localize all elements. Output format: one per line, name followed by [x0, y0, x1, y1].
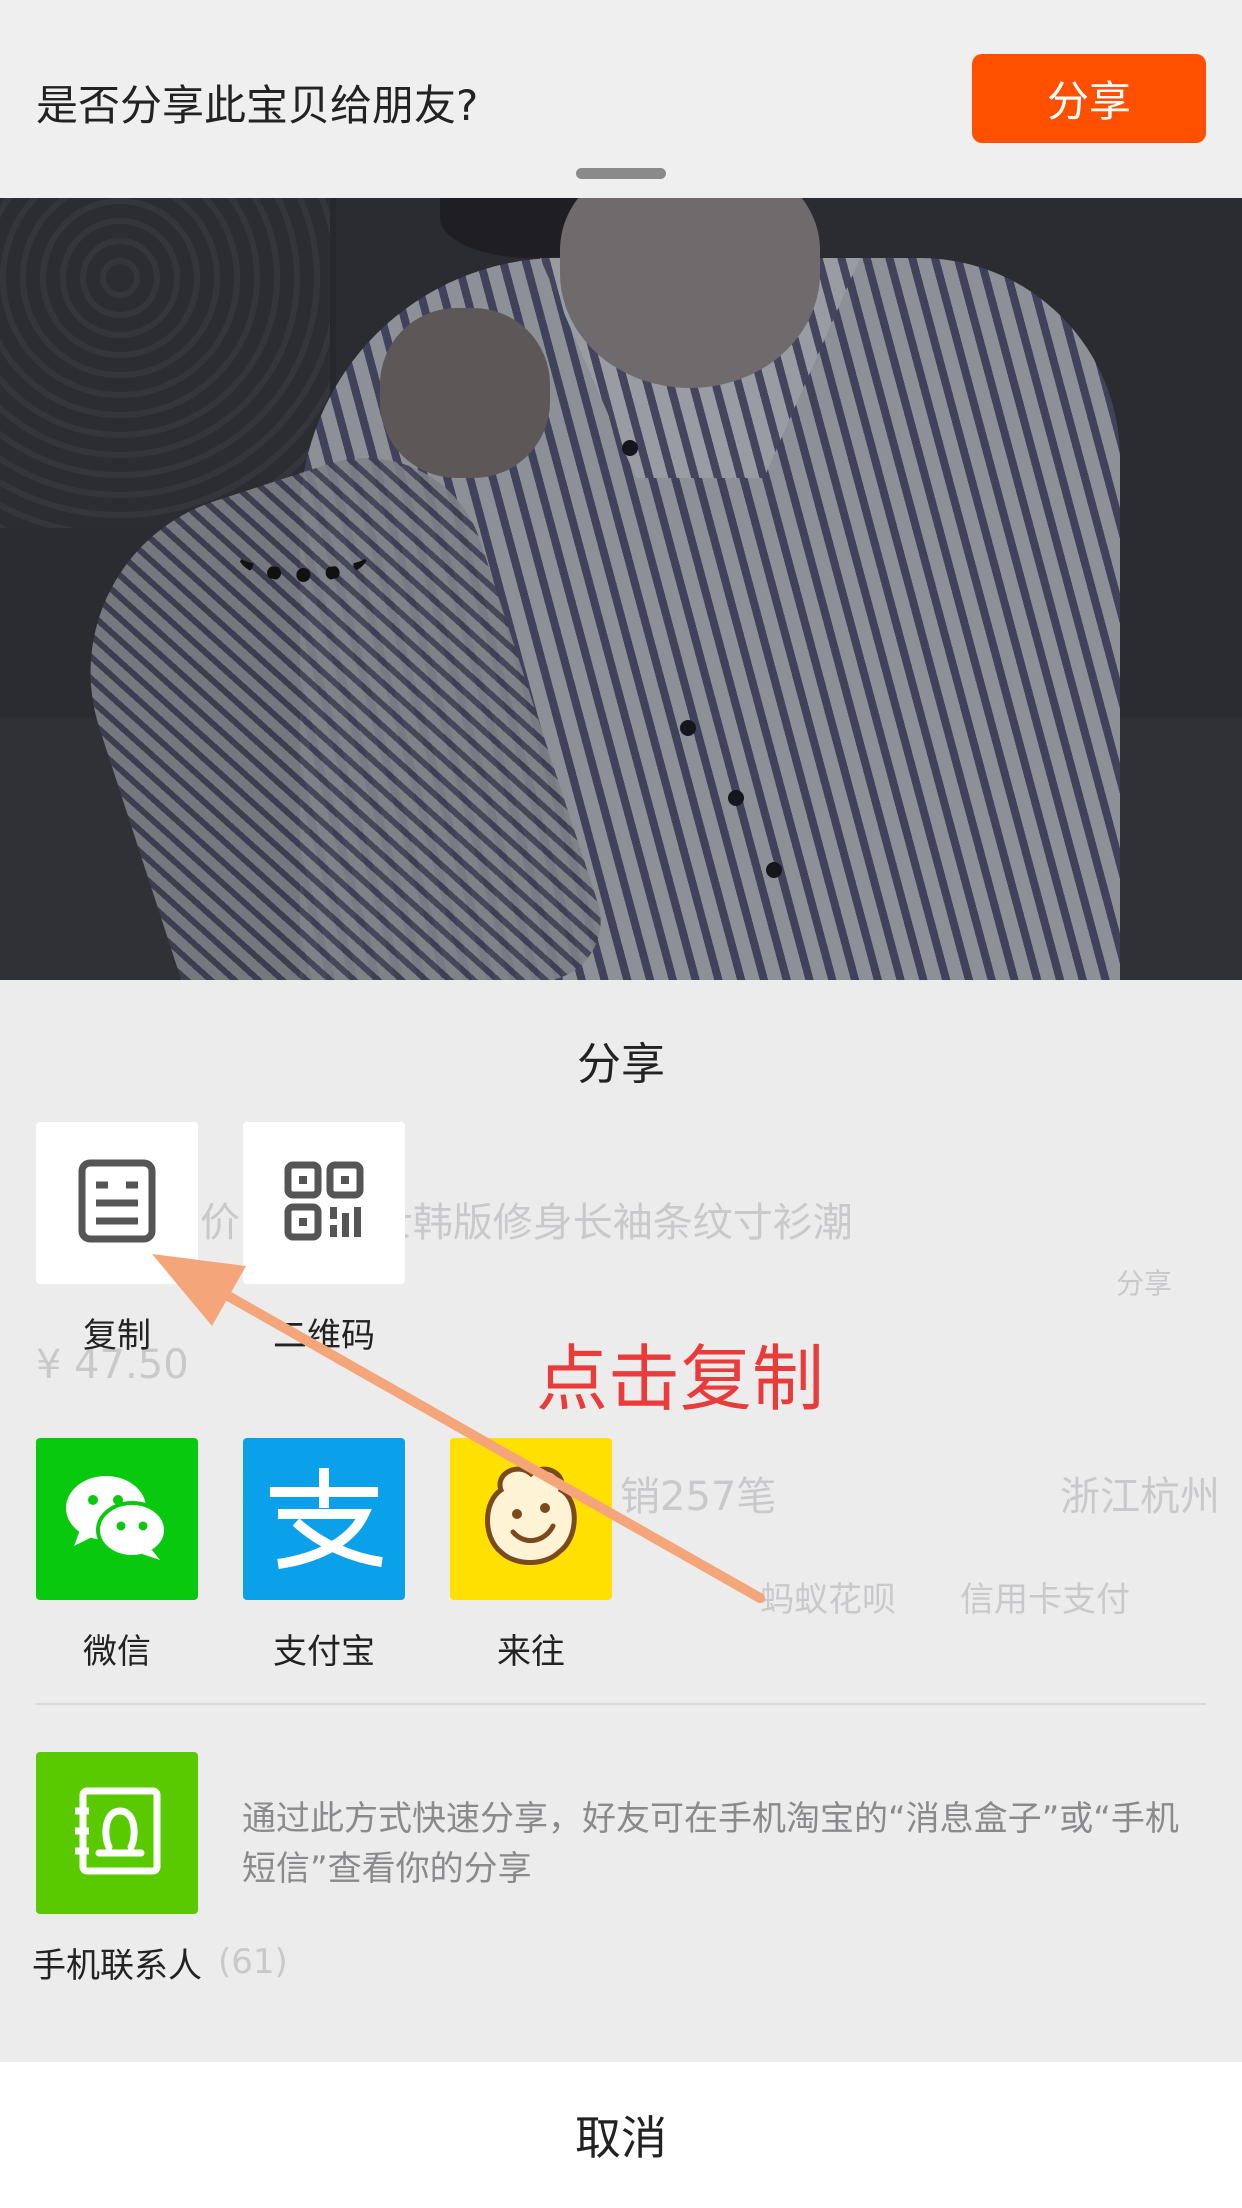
share-contacts-label: 手机联系人: [32, 1946, 202, 1986]
copy-icon: [78, 1159, 156, 1247]
share-qrcode-label: 二维码: [273, 1316, 375, 1356]
contacts-description: 通过此方式快速分享，好友可在手机淘宝的“消息盒子”或“手机短信”查看你的分享: [242, 1799, 1179, 1889]
ghost-location: 浙江杭州: [1060, 1474, 1220, 1520]
share-prompt-banner: 是否分享此宝贝给朋友? 分享: [0, 0, 1242, 198]
ghost-payment: 信用卡支付: [960, 1580, 1130, 1620]
sheet-title: 分享: [577, 1039, 665, 1090]
wechat-icon: [62, 1472, 172, 1566]
share-wechat[interactable]: [36, 1438, 198, 1600]
cancel-button[interactable]: 取消: [0, 2062, 1242, 2208]
ghost-huabei: 蚂蚁花呗: [760, 1580, 896, 1620]
share-sheet: 价 新款男士韩版修身长袖条纹寸衫潮 分享 ¥ 47.50 销257笔 浙江杭州 …: [0, 980, 1242, 2062]
share-contacts[interactable]: [36, 1752, 198, 1914]
qrcode-icon: [284, 1161, 364, 1245]
annotation-click-copy: 点击复制: [536, 1337, 825, 1421]
share-alipay[interactable]: [243, 1438, 405, 1600]
divider: [36, 1703, 1206, 1705]
share-prompt-text: 是否分享此宝贝给朋友?: [36, 81, 479, 130]
laiwang-icon: [481, 1462, 581, 1576]
ghost-share-text: 分享: [1116, 1267, 1173, 1300]
product-photo: [0, 198, 1242, 980]
share-qrcode[interactable]: [243, 1122, 405, 1284]
share-copy[interactable]: [36, 1122, 198, 1284]
ghost-sales: 销257笔: [620, 1474, 777, 1520]
share-laiwang-label: 来往: [497, 1632, 565, 1672]
drag-handle[interactable]: [576, 168, 666, 179]
contacts-icon: [69, 1783, 165, 1883]
share-button[interactable]: 分享: [972, 54, 1206, 143]
share-laiwang[interactable]: [450, 1438, 612, 1600]
alipay-icon: [260, 1462, 388, 1576]
